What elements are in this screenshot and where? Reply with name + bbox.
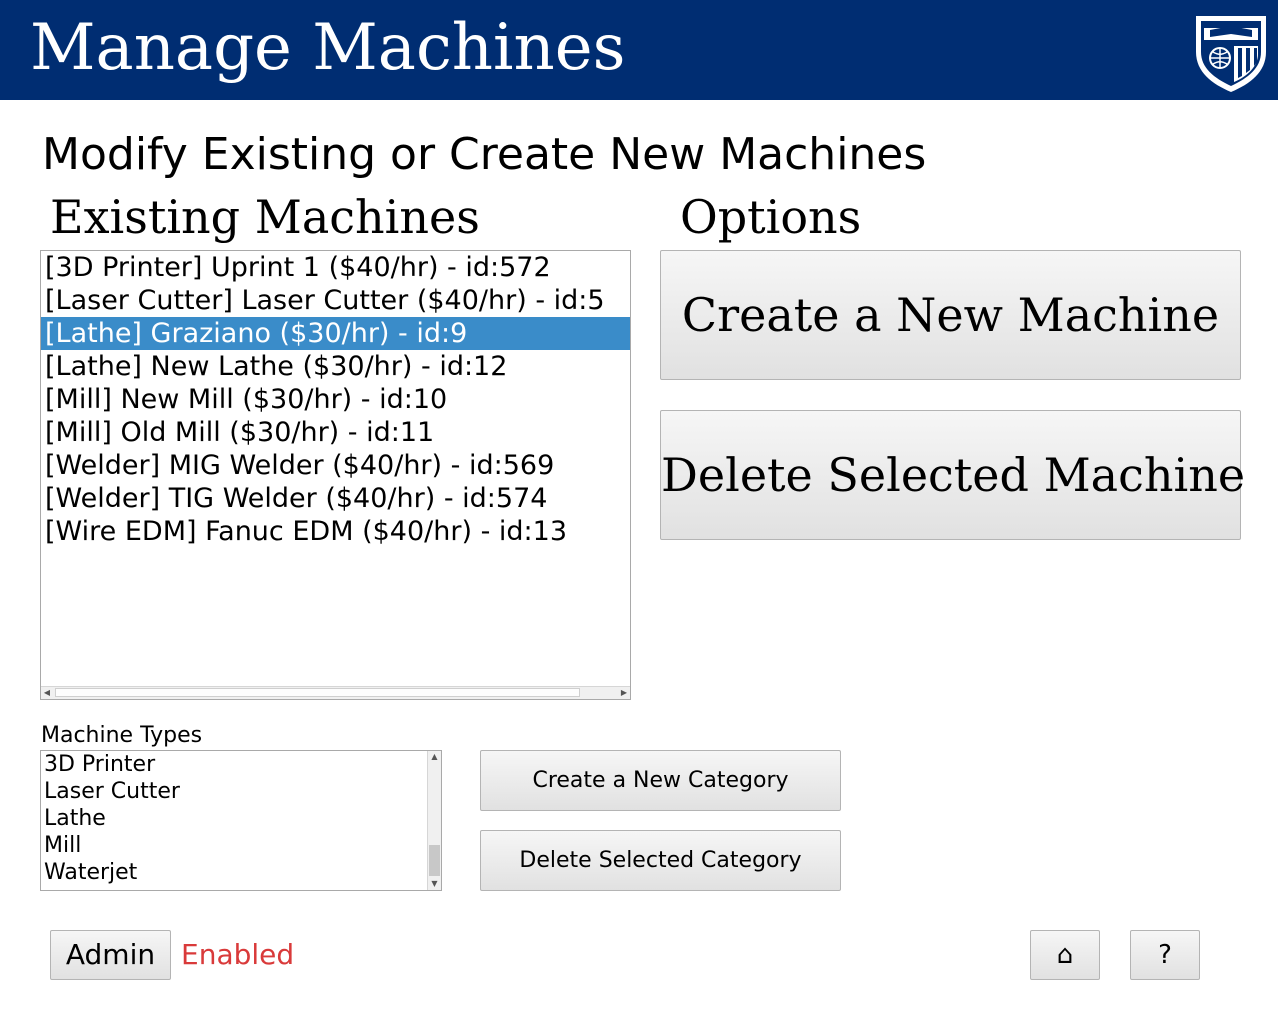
- machine-list-item-selected[interactable]: [Lathe] Graziano ($30/hr) - id:9: [41, 317, 630, 350]
- admin-button[interactable]: Admin: [50, 930, 171, 980]
- existing-machines-list[interactable]: [3D Printer] Uprint 1 ($40/hr) - id:572 …: [40, 250, 631, 700]
- machine-list-item[interactable]: [Mill] Old Mill ($30/hr) - id:11: [41, 416, 630, 449]
- scroll-right-icon[interactable]: ▶: [618, 687, 630, 699]
- machine-type-item[interactable]: Laser Cutter: [44, 778, 180, 805]
- machine-type-item[interactable]: 3D Printer: [44, 751, 155, 778]
- machine-type-item[interactable]: Waterjet: [44, 859, 137, 886]
- scroll-down-icon[interactable]: ▼: [428, 878, 441, 890]
- machine-list-item[interactable]: [Welder] TIG Welder ($40/hr) - id:574: [41, 482, 630, 515]
- admin-status-text: Enabled: [181, 938, 295, 971]
- home-icon: ⌂: [1056, 940, 1074, 970]
- scroll-up-icon[interactable]: ▲: [428, 751, 441, 763]
- header-bar: Manage Machines: [0, 0, 1278, 100]
- delete-machine-button[interactable]: Delete Selected Machine: [660, 410, 1245, 540]
- options-label: Options: [680, 190, 862, 244]
- machine-list-item[interactable]: [Laser Cutter] Laser Cutter ($40/hr) - i…: [41, 284, 630, 317]
- machine-list-item[interactable]: [Mill] New Mill ($30/hr) - id:10: [41, 383, 630, 416]
- create-category-button[interactable]: Create a New Category: [480, 750, 841, 811]
- vertical-scroll-thumb[interactable]: [429, 845, 440, 876]
- page-subtitle: Modify Existing or Create New Machines: [42, 129, 927, 180]
- machine-list-item[interactable]: [Wire EDM] Fanuc EDM ($40/hr) - id:13: [41, 515, 630, 548]
- machine-list-item[interactable]: [Lathe] New Lathe ($30/hr) - id:12: [41, 350, 630, 383]
- help-button[interactable]: ?: [1130, 930, 1200, 980]
- existing-machines-label: Existing Machines: [50, 190, 480, 244]
- home-button[interactable]: ⌂: [1030, 930, 1100, 980]
- delete-category-button[interactable]: Delete Selected Category: [480, 830, 841, 891]
- page-header-title: Manage Machines: [30, 11, 626, 85]
- machine-types-label: Machine Types: [41, 723, 203, 748]
- university-shield-logo-icon: [1196, 16, 1266, 92]
- scroll-left-icon[interactable]: ◀: [41, 687, 53, 699]
- horizontal-scroll-thumb[interactable]: [55, 688, 580, 697]
- machine-type-item[interactable]: Lathe: [44, 805, 106, 832]
- machine-types-list[interactable]: 3D Printer Laser Cutter Lathe Mill Water…: [40, 750, 442, 891]
- machine-list-item[interactable]: [Welder] MIG Welder ($40/hr) - id:569: [41, 449, 630, 482]
- types-vertical-scrollbar[interactable]: ▲ ▼: [427, 751, 441, 890]
- machine-type-item[interactable]: Mill: [44, 832, 81, 859]
- machine-list-item[interactable]: [3D Printer] Uprint 1 ($40/hr) - id:572: [41, 251, 630, 284]
- create-machine-button[interactable]: Create a New Machine: [660, 250, 1241, 380]
- machines-horizontal-scrollbar[interactable]: ◀ ▶: [41, 686, 630, 699]
